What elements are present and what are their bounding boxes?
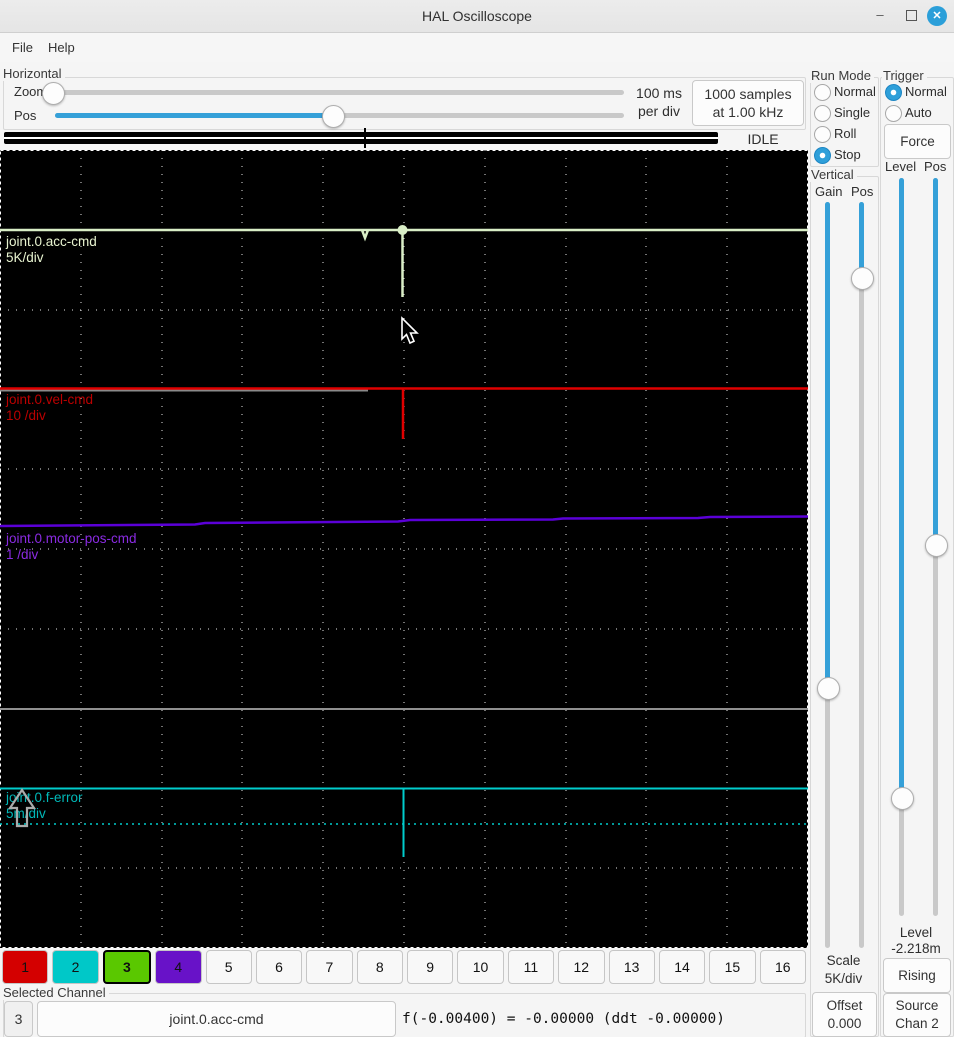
selected-channel-number: 3 xyxy=(4,1001,33,1037)
run-mode-radio-normal[interactable] xyxy=(814,84,831,101)
channel-button-3[interactable]: 3 xyxy=(102,950,152,984)
channel-button-2[interactable]: 2 xyxy=(52,950,99,984)
zoom-slider-track[interactable] xyxy=(44,90,624,95)
samples-rate-button[interactable]: 1000 samples at 1.00 kHz xyxy=(692,80,804,126)
channel-button-16[interactable]: 16 xyxy=(759,950,806,984)
vertical-gain-slider-handle[interactable] xyxy=(817,677,840,700)
trigger-level-readout-value: -2.218m xyxy=(891,941,941,956)
label-acc-cmd-name: joint.0.acc-cmd xyxy=(5,234,97,249)
vertical-frame xyxy=(810,176,879,1037)
vertical-scale-readout: Scale 5K/div xyxy=(824,953,863,986)
menu-bar xyxy=(0,33,954,62)
acquisition-status: IDLE xyxy=(747,131,779,147)
channel-button-row: 1 2 3 4 5 6 7 8 9 10 11 12 13 14 15 16 xyxy=(2,950,806,984)
channel-button-9[interactable]: 9 xyxy=(407,950,454,984)
record-progress-bar xyxy=(4,132,718,144)
trigger-normal-label: Normal xyxy=(905,84,947,99)
trigger-auto-label: Auto xyxy=(905,105,932,120)
maximize-icon xyxy=(905,10,917,21)
trigger-radio-auto[interactable] xyxy=(885,105,902,122)
zoom-slider-handle[interactable] xyxy=(42,82,65,105)
scope-display[interactable]: joint.0.acc-cmd 5K/div joint.0.vel-cmd 1… xyxy=(0,150,808,948)
label-vel-cmd-name: joint.0.vel-cmd xyxy=(5,392,93,407)
run-mode-single-label: Single xyxy=(834,105,871,120)
close-button[interactable]: ✕ xyxy=(927,6,947,26)
hal-oscilloscope-window: HAL Oscilloscope – ✕ File Help Horizonta… xyxy=(0,0,954,1037)
minimize-button[interactable]: – xyxy=(869,5,891,27)
trigger-level-slider-handle[interactable] xyxy=(891,787,914,810)
label-vel-cmd-scale: 10 /div xyxy=(6,408,46,423)
channel-button-6[interactable]: 6 xyxy=(255,950,303,984)
trigger-source-button[interactable]: Source Chan 2 xyxy=(883,993,951,1037)
horizontal-pos-slider-handle[interactable] xyxy=(322,105,345,128)
label-motor-pos-cmd-name: joint.0.motor-pos-cmd xyxy=(5,531,137,546)
selected-trace-marker-dot xyxy=(397,225,408,235)
vertical-pos-column-label: Pos xyxy=(851,184,874,199)
run-mode-radio-single[interactable] xyxy=(814,105,831,122)
vertical-gain-column-label: Gain xyxy=(815,184,843,199)
vertical-offset-button[interactable]: Offset 0.000 xyxy=(812,992,877,1037)
trigger-pos-column-label: Pos xyxy=(924,159,947,174)
pos-slider-label: Pos xyxy=(14,108,37,123)
trigger-label: Trigger xyxy=(882,69,927,83)
run-mode-normal-label: Normal xyxy=(834,84,876,99)
run-mode-radio-stop[interactable] xyxy=(814,147,831,164)
channel-button-7[interactable]: 7 xyxy=(306,950,353,984)
channel-button-12[interactable]: 12 xyxy=(558,950,605,984)
trigger-frame xyxy=(880,77,954,1037)
menu-file[interactable]: File xyxy=(6,37,39,59)
channel-button-5[interactable]: 5 xyxy=(205,950,252,984)
menu-help[interactable]: Help xyxy=(42,37,81,59)
vertical-pos-slider-handle[interactable] xyxy=(851,267,874,290)
channel-button-13[interactable]: 13 xyxy=(608,950,655,984)
label-motor-pos-cmd-scale: 1 /div xyxy=(6,547,39,562)
trigger-level-slider-fill xyxy=(899,178,904,798)
selected-channel-readout: f(-0.00400) = -0.00000 (ddt -0.00000) xyxy=(402,1011,726,1027)
channel-button-15[interactable]: 15 xyxy=(709,950,756,984)
channel-button-11[interactable]: 11 xyxy=(507,950,555,984)
vertical-gain-slider-fill xyxy=(825,202,830,688)
run-mode-roll-label: Roll xyxy=(834,126,857,141)
trigger-position-marker xyxy=(364,128,366,148)
label-acc-cmd-scale: 5K/div xyxy=(6,250,44,265)
run-mode-stop-label: Stop xyxy=(834,147,861,162)
channel-button-4[interactable]: 4 xyxy=(155,950,202,984)
trigger-pos-slider-fill xyxy=(933,178,938,545)
selected-channel-label: Selected Channel xyxy=(2,986,109,1000)
trigger-force-button[interactable]: Force xyxy=(884,124,951,159)
horizontal-group-label: Horizontal xyxy=(2,67,65,81)
channel-button-1[interactable]: 1 xyxy=(2,950,49,984)
channel-button-8[interactable]: 8 xyxy=(356,950,403,984)
channel-button-14[interactable]: 14 xyxy=(658,950,706,984)
window-title: HAL Oscilloscope xyxy=(422,8,532,24)
selected-channel-name-button[interactable]: joint.0.acc-cmd xyxy=(37,1001,396,1037)
trigger-edge-button[interactable]: Rising xyxy=(883,958,951,993)
trigger-level-readout-label: Level xyxy=(899,925,933,940)
trigger-pos-slider-handle[interactable] xyxy=(925,534,948,557)
channel-button-10[interactable]: 10 xyxy=(457,950,504,984)
time-per-div-readout: 100 ms per div xyxy=(636,84,682,119)
maximize-button[interactable] xyxy=(900,5,922,27)
close-icon: ✕ xyxy=(932,10,942,22)
trigger-level-column-label: Level xyxy=(885,159,917,174)
vertical-pos-slider-track[interactable] xyxy=(859,202,864,948)
run-mode-label: Run Mode xyxy=(810,69,874,83)
run-mode-radio-roll[interactable] xyxy=(814,126,831,143)
trigger-radio-normal[interactable] xyxy=(885,84,902,101)
horizontal-pos-slider-fill xyxy=(55,113,333,118)
vertical-label: Vertical xyxy=(810,168,857,182)
